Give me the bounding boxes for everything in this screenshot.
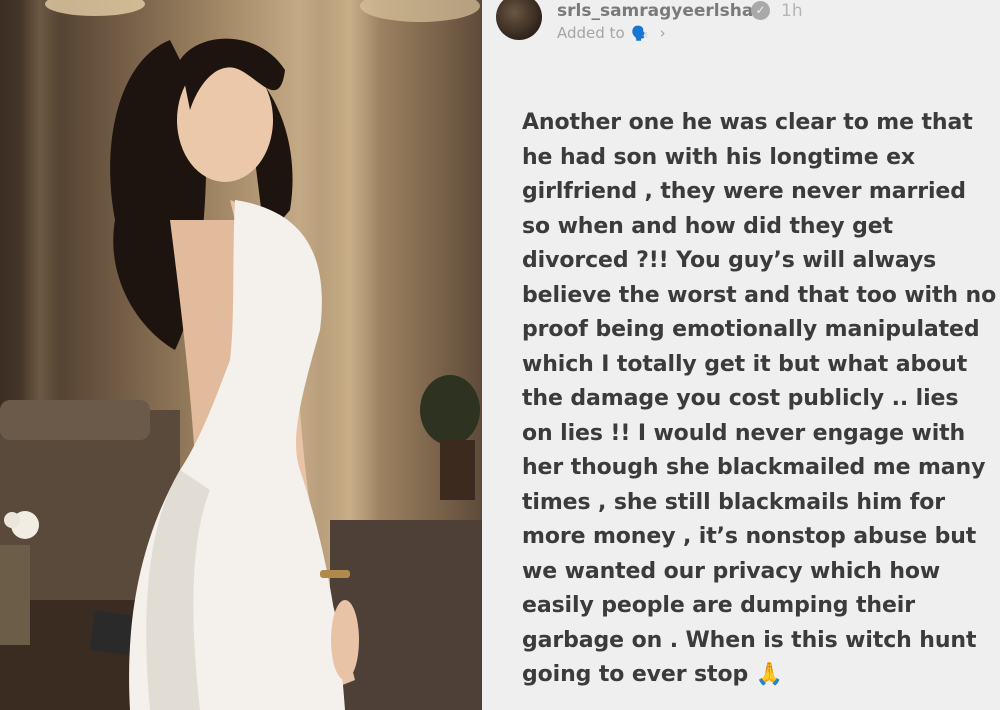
story-text-line: Another one he was clear to me that xyxy=(522,110,973,135)
story-text-line: more money , it’s nonstop abuse but xyxy=(522,524,977,549)
photo-panel xyxy=(0,0,482,710)
story-text-line: the damage you cost publicly .. lies xyxy=(522,386,959,411)
verified-badge-icon: ✓ xyxy=(751,1,770,20)
story-text-line: which I totally get it but what about xyxy=(522,351,968,377)
photo-illustration xyxy=(0,0,482,710)
story-text-line: her though she blackmailed me many xyxy=(522,455,986,480)
post-time: 1h xyxy=(781,1,803,21)
added-to-label: Added to xyxy=(557,24,625,42)
story-header: srls_samragyeerlshah ✓ 1h Added to 🗣️ › xyxy=(482,0,1000,50)
story-text-line: believe the worst and that too with no xyxy=(522,282,997,308)
story-text-line: going to ever stop 🙏 xyxy=(522,662,783,687)
story-text-line: garbage on . When is this witch hunt xyxy=(522,627,977,653)
story-text-line: so when and how did they get xyxy=(522,213,893,239)
username[interactable]: srls_samragyeerlshah xyxy=(557,1,765,21)
story-text-line: he had son with his longtime ex xyxy=(522,144,915,170)
story-text-line: on lies !! I would never engage with xyxy=(522,420,966,446)
story-text-line: girlfriend , they were never married xyxy=(522,179,966,204)
story-text-line: divorced ?!! You guy’s will always xyxy=(522,248,937,273)
story-text: Another one he was clear to me that he h… xyxy=(522,106,997,693)
story-text-line: times , she still blackmails him for xyxy=(522,489,946,515)
story-text-line: easily people are dumping their xyxy=(522,593,915,618)
chevron-right-icon: › xyxy=(659,24,666,42)
story-text-line: we wanted our privacy which how xyxy=(522,558,941,584)
story-panel: srls_samragyeerlshah ✓ 1h Added to 🗣️ › … xyxy=(482,0,1000,710)
avatar[interactable] xyxy=(496,0,542,40)
story-text-line: proof being emotionally manipulated xyxy=(522,317,980,342)
added-to-link[interactable]: Added to 🗣️ › xyxy=(557,24,666,42)
speaking-head-icon: 🗣️ xyxy=(631,26,649,42)
